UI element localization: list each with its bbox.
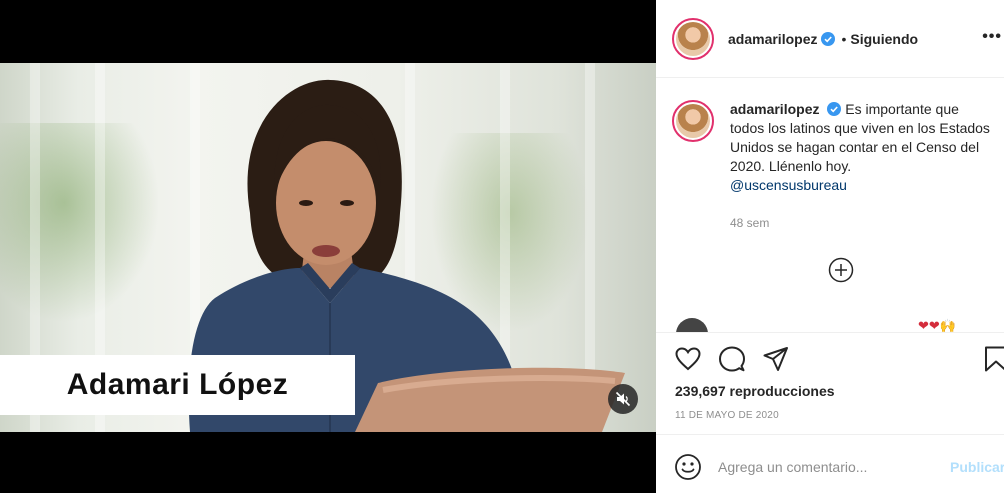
post-caption-comment: adamarilopez Es importante que todos los…: [672, 100, 1002, 195]
post-actions: 239,697 reproducciones 11 DE MAYO DE 202…: [656, 332, 1004, 493]
views-label: reproducciones: [729, 383, 835, 399]
mute-button[interactable]: [608, 384, 638, 414]
next-comment-partial: ❤❤🙌: [676, 318, 1004, 332]
author-username[interactable]: adamarilopez: [728, 31, 817, 47]
comment-input[interactable]: [718, 453, 938, 481]
bookmark-icon[interactable]: [982, 345, 1004, 373]
verified-badge-icon: [821, 31, 836, 46]
separator-dot: •: [841, 30, 847, 47]
post-date[interactable]: 11 DE MAYO DE 2020: [675, 410, 779, 421]
author-avatar[interactable]: [672, 17, 714, 60]
video-panel[interactable]: Adamari López: [0, 0, 656, 493]
share-paper-plane-icon[interactable]: [762, 345, 790, 373]
post-header: adamarilopez • Siguiendo •••: [656, 0, 1004, 78]
add-comment-bar: Publicar: [656, 434, 1004, 493]
post-time-ago[interactable]: 48 sem: [730, 216, 769, 230]
caption-username[interactable]: adamarilopez: [730, 101, 819, 117]
name-caption-box: Adamari López: [0, 355, 355, 415]
name-caption: Adamari López: [66, 368, 289, 401]
heart-icon[interactable]: [674, 345, 702, 373]
caption-author-avatar[interactable]: [672, 100, 714, 142]
verified-badge-icon: [827, 102, 842, 116]
mention-link[interactable]: @uscensusbureau: [730, 177, 847, 193]
views-number: 239,697: [675, 383, 726, 399]
comment-bubble-icon[interactable]: [718, 345, 746, 373]
views-count[interactable]: 239,697 reproducciones: [675, 383, 835, 399]
commenter-avatar[interactable]: [676, 318, 708, 332]
publish-button[interactable]: Publicar: [950, 459, 1004, 475]
post-side-panel: adamarilopez • Siguiendo ••• adamarilope…: [656, 0, 1004, 493]
more-options-icon[interactable]: •••: [982, 28, 1002, 46]
speaker-muted-icon: [615, 391, 631, 407]
plus-circle-icon[interactable]: [828, 257, 854, 283]
following-button[interactable]: Siguiendo: [850, 31, 918, 47]
video-player[interactable]: Adamari López: [0, 63, 656, 432]
emoji-smiley-icon[interactable]: [674, 453, 702, 481]
caption-text-block: adamarilopez Es importante que todos los…: [730, 100, 992, 195]
comment-emoji: ❤❤🙌: [918, 318, 956, 332]
